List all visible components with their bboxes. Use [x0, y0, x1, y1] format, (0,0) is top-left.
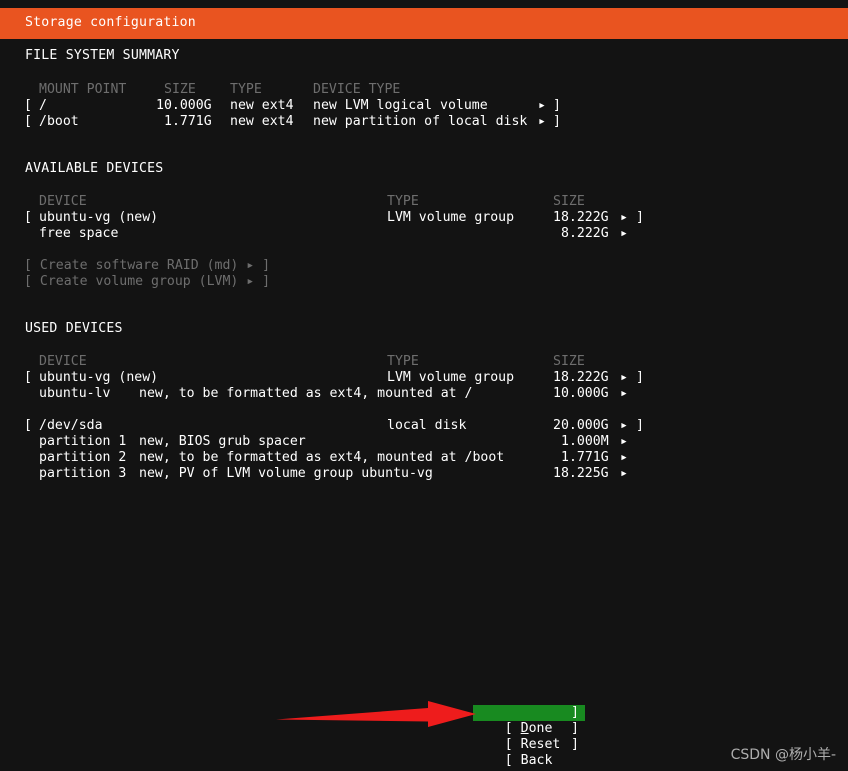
type-value: LVM volume group	[387, 210, 515, 225]
size-value: 20.000G	[553, 418, 609, 433]
section-title-available-devices: AVAILABLE DEVICES	[25, 161, 164, 176]
section-title-filesystem-summary: FILE SYSTEM SUMMARY	[25, 48, 180, 63]
device-value: ubuntu-vg (new)	[39, 370, 159, 385]
used-device-child-ubuntu-lv[interactable]: ubuntu-lv new, to be formatted as ext4, …	[0, 386, 848, 402]
row-close-bracket: ]	[636, 418, 644, 433]
col-type: TYPE	[387, 194, 419, 209]
col-size: SIZE	[553, 354, 585, 369]
expand-arrow-icon[interactable]: ▸	[620, 418, 628, 434]
used-devices-column-headers: DEVICE TYPE SIZE	[0, 354, 848, 370]
done-button-close: ]	[571, 705, 579, 720]
row-close-bracket: ]	[553, 114, 561, 129]
type-value: LVM volume group	[387, 370, 515, 385]
section-title-used-devices: USED DEVICES	[25, 321, 123, 336]
col-size: SIZE	[164, 82, 196, 97]
row-open-bracket: [	[24, 418, 32, 433]
col-device: DEVICE	[39, 194, 87, 209]
device-value: /dev/sda	[39, 418, 103, 433]
detail-value: new, BIOS grub spacer	[139, 434, 306, 449]
detail-value: new, to be formatted as ext4, mounted at…	[139, 450, 505, 465]
expand-arrow-icon[interactable]: ▸	[620, 370, 628, 386]
device-value: ubuntu-lv	[39, 386, 111, 401]
filesystem-row-boot[interactable]: [ /boot 1.771G new ext4 new partition of…	[0, 114, 848, 130]
expand-arrow-icon[interactable]: ▸	[620, 386, 628, 402]
expand-arrow-icon[interactable]: ▸	[620, 434, 628, 450]
col-device: DEVICE	[39, 354, 87, 369]
filesystem-row-root[interactable]: [ / 10.000G new ext4 new LVM logical vol…	[0, 98, 848, 114]
title-bar: Storage configuration	[0, 8, 848, 39]
size-value: 1.771G	[164, 114, 212, 129]
page-title: Storage configuration	[25, 15, 196, 30]
device-value: partition 1	[39, 434, 127, 449]
device-value: partition 3	[39, 466, 127, 481]
type-value: new ext4	[230, 114, 294, 129]
row-close-bracket: ]	[553, 98, 561, 113]
type-value: new ext4	[230, 98, 294, 113]
annotation-arrow-icon	[276, 701, 476, 727]
size-value: 18.225G	[553, 466, 609, 481]
size-value: 10.000G	[553, 386, 609, 401]
create-software-raid-label: [ Create software RAID (md) ▸ ]	[24, 258, 271, 273]
col-size: SIZE	[553, 194, 585, 209]
expand-arrow-icon[interactable]: ▸	[620, 210, 628, 226]
used-device-row-ubuntu-vg[interactable]: [ ubuntu-vg (new) LVM volume group 18.22…	[0, 370, 848, 386]
back-button-close: ]	[571, 737, 579, 752]
available-devices-column-headers: DEVICE TYPE SIZE	[0, 194, 848, 210]
device-type-value: new LVM logical volume	[313, 98, 488, 113]
create-volume-group-action[interactable]: [ Create volume group (LVM) ▸ ]	[0, 274, 848, 290]
device-value: partition 2	[39, 450, 127, 465]
detail-value: new, to be formatted as ext4, mounted at…	[139, 386, 473, 401]
col-type: TYPE	[387, 354, 419, 369]
back-button-rest: ack	[528, 753, 553, 768]
expand-arrow-icon[interactable]: ▸	[538, 114, 546, 130]
col-type: TYPE	[230, 82, 262, 97]
row-close-bracket: ]	[636, 370, 644, 385]
back-button-open: [	[504, 753, 521, 768]
type-value: local disk	[387, 418, 467, 433]
row-open-bracket: [	[24, 210, 32, 225]
done-button[interactable]: [ Done]	[473, 705, 585, 736]
create-volume-group-label: [ Create volume group (LVM) ▸ ]	[24, 274, 271, 289]
available-device-row-free-space[interactable]: free space 8.222G ▸	[0, 226, 848, 242]
watermark: CSDN @杨小羊-	[730, 747, 836, 763]
expand-arrow-icon[interactable]: ▸	[620, 226, 628, 242]
device-value: ubuntu-vg (new)	[39, 210, 159, 225]
row-open-bracket: [	[24, 98, 32, 113]
row-open-bracket: [	[24, 114, 32, 129]
size-value: 18.222G	[553, 210, 609, 225]
col-mount-point: MOUNT POINT	[39, 82, 127, 97]
size-value: 10.000G	[156, 98, 212, 113]
size-value: 1.000M	[561, 434, 609, 449]
col-device-type: DEVICE TYPE	[313, 82, 401, 97]
used-device-row-dev-sda[interactable]: [ /dev/sda local disk 20.000G ▸ ]	[0, 418, 848, 434]
size-value: 18.222G	[553, 370, 609, 385]
reset-button-close: ]	[571, 721, 579, 736]
back-button-accel: B	[520, 753, 529, 768]
reset-button[interactable]: [ Reset]	[473, 721, 585, 752]
create-software-raid-action[interactable]: [ Create software RAID (md) ▸ ]	[0, 258, 848, 274]
size-value: 8.222G	[561, 226, 609, 241]
back-button[interactable]: [ Back]	[473, 737, 585, 768]
expand-arrow-icon[interactable]: ▸	[538, 98, 546, 114]
device-type-value: new partition of local disk	[313, 114, 528, 129]
used-device-child-partition-2[interactable]: partition 2 new, to be formatted as ext4…	[0, 450, 848, 466]
detail-value: new, PV of LVM volume group ubuntu-vg	[139, 466, 433, 481]
expand-arrow-icon[interactable]: ▸	[620, 466, 628, 482]
filesystem-summary-column-headers: MOUNT POINT SIZE TYPE DEVICE TYPE	[0, 82, 848, 98]
used-device-child-partition-3[interactable]: partition 3 new, PV of LVM volume group …	[0, 466, 848, 482]
available-device-row-ubuntu-vg[interactable]: [ ubuntu-vg (new) LVM volume group 18.22…	[0, 210, 848, 226]
row-open-bracket: [	[24, 370, 32, 385]
used-device-child-partition-1[interactable]: partition 1 new, BIOS grub spacer 1.000M…	[0, 434, 848, 450]
size-value: 1.771G	[561, 450, 609, 465]
mount-point-value: /	[39, 98, 47, 113]
row-close-bracket: ]	[636, 210, 644, 225]
expand-arrow-icon[interactable]: ▸	[620, 450, 628, 466]
storage-configuration-screen: Storage configuration FILE SYSTEM SUMMAR…	[0, 0, 848, 771]
device-value: free space	[39, 226, 119, 241]
mount-point-value: /boot	[39, 114, 79, 129]
